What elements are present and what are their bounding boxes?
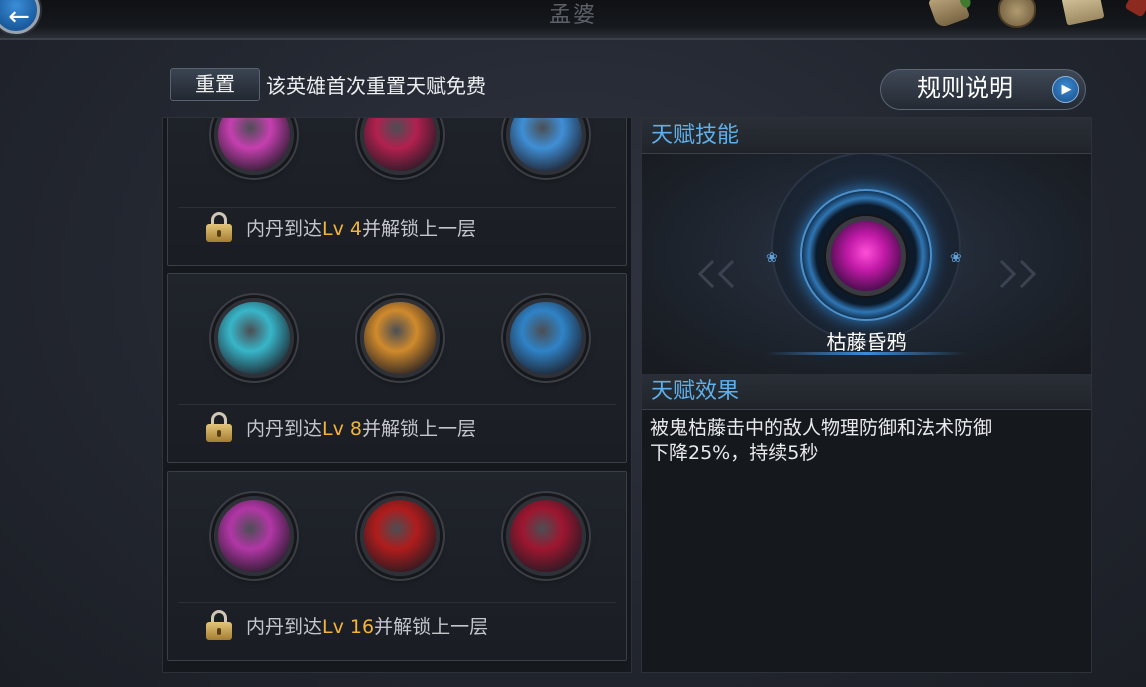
- blood-crow-skill-icon[interactable]: [506, 496, 586, 576]
- talent-tier: 内丹到达Lv 8并解锁上一层: [167, 273, 627, 463]
- unlock-requirement: 内丹到达Lv 8并解锁上一层: [246, 418, 476, 440]
- magenta-crow-skill-icon[interactable]: [214, 496, 294, 576]
- play-arrow-icon: ▶: [1052, 76, 1079, 103]
- reset-button[interactable]: 重置: [170, 68, 260, 101]
- water-ripple-skill-icon[interactable]: [214, 298, 294, 378]
- effect-section-header: 天赋效果: [642, 374, 1091, 410]
- talent-detail-panel: 天赋技能 ❀ ❀ 枯藤昏鸦 天赋效果 被鬼枯藤击中的敌人物理防御和法术防御 下降…: [641, 117, 1092, 673]
- page-title: 孟婆: [548, 3, 597, 28]
- golden-blade-skill-icon[interactable]: [360, 298, 440, 378]
- padlock-icon: [206, 610, 232, 640]
- azure-dagger-skill-icon[interactable]: [506, 298, 586, 378]
- crimson-sword-skill-icon[interactable]: [360, 118, 440, 175]
- skill-showcase: ❀ ❀ 枯藤昏鸦: [642, 154, 1091, 374]
- effect-description: 被鬼枯藤击中的敌人物理防御和法术防御 下降25%，持续5秒: [650, 417, 993, 464]
- skill-section-header: 天赋技能: [642, 118, 1091, 154]
- red-ribbon-skill-icon[interactable]: [360, 496, 440, 576]
- unlock-requirement: 内丹到达Lv 4并解锁上一层: [246, 218, 476, 240]
- withered-vine-crow-skill-icon[interactable]: [826, 216, 906, 296]
- padlock-icon: [206, 412, 232, 442]
- ice-blade-skill-icon[interactable]: [506, 118, 586, 175]
- selected-skill-name: 枯藤昏鸦: [826, 330, 907, 354]
- top-bar: ← 孟婆: [0, 0, 1146, 40]
- talent-tier-list[interactable]: 内丹到达Lv 4并解锁上一层 内丹到达Lv 8并解锁上一层 内丹到达Lv 16并…: [162, 117, 632, 673]
- talent-tier: 内丹到达Lv 16并解锁上一层: [167, 471, 627, 661]
- talent-tier: 内丹到达Lv 4并解锁上一层: [167, 118, 627, 266]
- rules-button-label: 规则说明: [917, 74, 1013, 102]
- pink-flower-skill-icon[interactable]: [214, 118, 294, 175]
- rules-button[interactable]: 规则说明 ▶: [880, 69, 1086, 110]
- padlock-icon: [206, 212, 232, 242]
- reset-note: 该英雄首次重置天赋免费: [266, 74, 486, 98]
- unlock-requirement: 内丹到达Lv 16并解锁上一层: [246, 616, 489, 638]
